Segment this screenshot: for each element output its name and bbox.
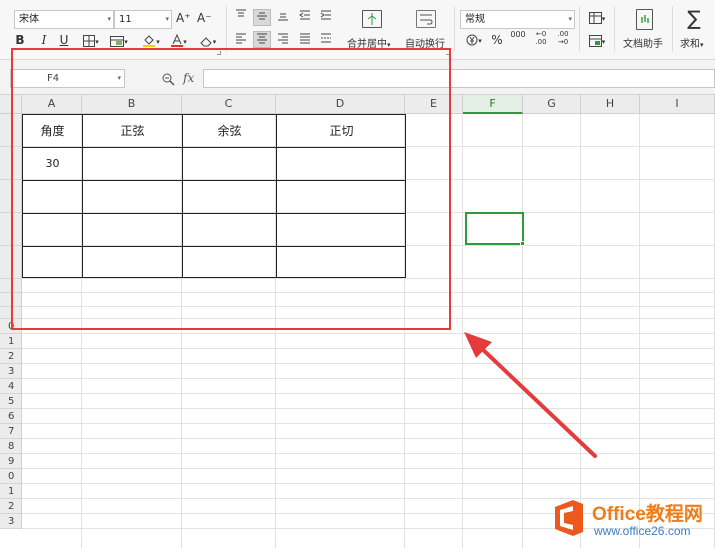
office-logo-icon bbox=[555, 500, 583, 536]
annotation-arrow-icon bbox=[464, 332, 597, 458]
watermark: Office教程网 www.office26.com bbox=[551, 496, 715, 544]
watermark-url: www.office26.com bbox=[594, 524, 691, 538]
watermark-title: Office教程网 bbox=[592, 504, 703, 525]
